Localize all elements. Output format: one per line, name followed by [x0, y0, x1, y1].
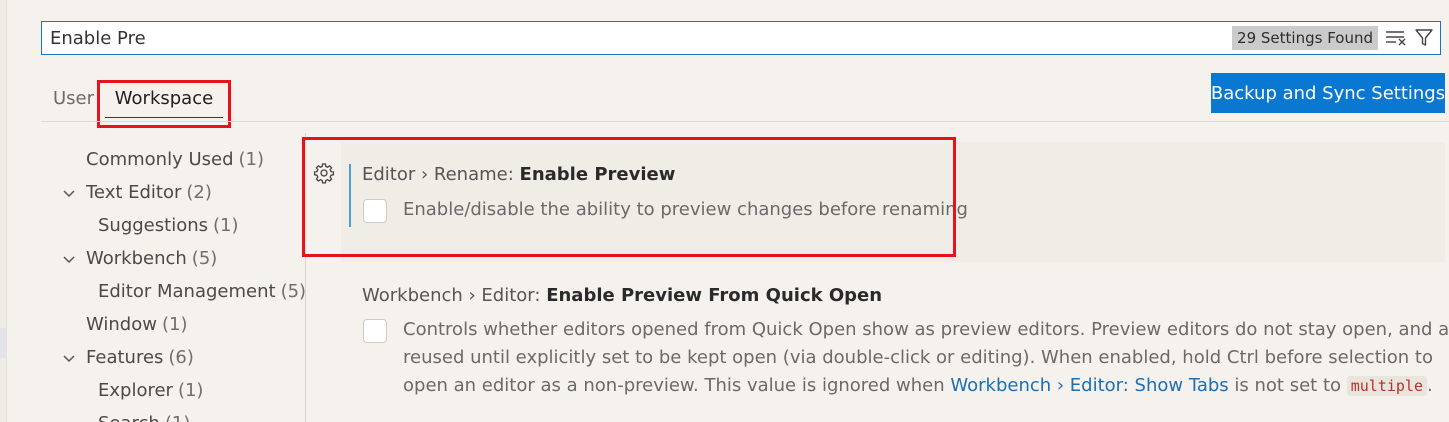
description-line: Controls whether editors opened from Qui… — [403, 319, 1449, 340]
toc-item-label: Explorer — [98, 380, 173, 401]
setting-title: Workbench › Editor: Enable Preview From … — [362, 285, 882, 306]
toc-item-count: (2) — [186, 182, 212, 203]
clear-filter-icon[interactable] — [1384, 26, 1408, 50]
description-text: open an editor as a non-preview. This va… — [403, 375, 951, 396]
inline-code-value: multiple — [1346, 376, 1427, 396]
toc-item-commonly-used[interactable]: Commonly Used (1) — [86, 149, 264, 170]
toc-item-label: Search — [98, 413, 160, 422]
tabs-divider — [41, 121, 1449, 122]
toc-item-count: (5) — [191, 248, 218, 269]
gear-icon[interactable] — [313, 162, 335, 184]
toc-item-label: Workbench — [86, 248, 187, 269]
activity-edge — [0, 0, 7, 422]
toc-item-editor-management[interactable]: Editor Management (5) — [98, 281, 306, 302]
toc-item-label: Features — [86, 347, 164, 368]
setting-focus-indicator — [349, 164, 351, 227]
setting-name: Enable Preview — [519, 164, 676, 185]
toc-item-label: Text Editor — [86, 182, 182, 203]
toc-divider — [305, 133, 306, 422]
toc-item-search[interactable]: Search (1) — [98, 413, 190, 422]
toc-item-count: (1) — [161, 314, 188, 335]
toc-item-count: (1) — [165, 413, 191, 422]
toc-item-label: Suggestions — [98, 215, 208, 236]
settings-search-input[interactable] — [42, 23, 1233, 53]
setting-title: Editor › Rename: Enable Preview — [362, 164, 675, 185]
toc-item-count: (5) — [280, 281, 307, 302]
toc-item-label: Editor Management — [98, 281, 276, 302]
settings-search-box[interactable]: 29 Settings Found — [41, 21, 1441, 55]
toc-item-text-editor[interactable]: Text Editor (2) — [86, 182, 212, 203]
toc-item-suggestions[interactable]: Suggestions (1) — [98, 215, 239, 236]
toc-item-count: (1) — [238, 149, 265, 170]
toc-item-explorer[interactable]: Explorer (1) — [98, 380, 203, 401]
setting-category: Editor › Rename: — [362, 164, 520, 185]
tab-user[interactable]: User — [53, 88, 94, 109]
description-text: is not set to — [1228, 375, 1347, 396]
tab-workspace[interactable]: Workspace — [105, 88, 223, 118]
toc-item-count: (6) — [168, 347, 194, 368]
show-tabs-setting-link[interactable]: Workbench › Editor: Show Tabs — [950, 375, 1228, 396]
description-text: . — [1426, 375, 1433, 396]
setting-category: Workbench › Editor: — [362, 285, 547, 306]
setting-description: Enable/disable the ability to preview ch… — [403, 199, 968, 220]
chevron-down-icon[interactable] — [62, 352, 76, 366]
results-count-badge: 29 Settings Found — [1232, 26, 1378, 50]
description-line: reused until explicitly set to be kept o… — [403, 347, 1433, 368]
toc-item-workbench[interactable]: Workbench (5) — [86, 248, 217, 269]
backup-and-sync-button[interactable]: Backup and Sync Settings — [1211, 73, 1445, 113]
setting-description: Controls whether editors opened from Qui… — [403, 316, 1449, 400]
enable-preview-quick-open-checkbox[interactable] — [363, 319, 387, 343]
toc-item-features[interactable]: Features (6) — [86, 347, 194, 368]
chevron-down-icon[interactable] — [62, 253, 76, 267]
toc-item-label: Commonly Used — [86, 149, 234, 170]
chevron-down-icon[interactable] — [62, 187, 76, 201]
toc-item-count: (1) — [213, 215, 239, 236]
enable-preview-checkbox[interactable] — [363, 199, 387, 223]
filter-icon[interactable] — [1412, 26, 1436, 50]
toc-item-count: (1) — [177, 380, 204, 401]
activity-edge-indicator — [0, 328, 6, 358]
description-line: open an editor as a non-preview. This va… — [403, 372, 1443, 400]
toc-item-label: Window — [86, 314, 157, 335]
toc-item-window[interactable]: Window (1) — [86, 314, 187, 335]
setting-name: Enable Preview From Quick Open — [546, 285, 883, 306]
settings-editor: 29 Settings Found User Workspace Backup … — [0, 0, 1449, 422]
